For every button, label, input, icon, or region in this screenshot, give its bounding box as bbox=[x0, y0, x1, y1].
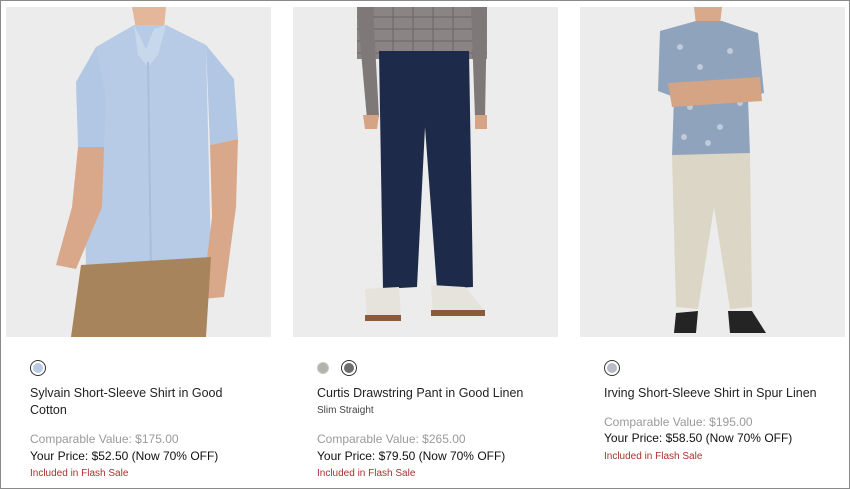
comparable-value: Comparable Value: $265.00 bbox=[317, 432, 466, 446]
product-title[interactable]: Curtis Drawstring Pant in Good Linen bbox=[317, 385, 532, 402]
comparable-value: Comparable Value: $175.00 bbox=[30, 432, 179, 446]
flash-sale-badge: Included in Flash Sale bbox=[604, 451, 703, 462]
color-swatch-fill bbox=[33, 363, 43, 373]
product-title[interactable]: Irving Short-Sleeve Shirt in Spur Linen bbox=[604, 385, 819, 402]
color-swatch[interactable] bbox=[30, 360, 46, 376]
product-image[interactable] bbox=[6, 7, 271, 337]
flash-sale-badge: Included in Flash Sale bbox=[317, 468, 416, 479]
product-title[interactable]: Sylvain Short-Sleeve Shirt in Good Cotto… bbox=[30, 385, 245, 419]
color-swatch[interactable] bbox=[341, 360, 357, 376]
color-swatch[interactable] bbox=[317, 362, 329, 374]
color-swatch[interactable] bbox=[604, 360, 620, 376]
flash-sale-badge: Included in Flash Sale bbox=[30, 468, 129, 479]
color-swatches bbox=[30, 360, 46, 376]
product-card[interactable]: Sylvain Short-Sleeve Shirt in Good Cotto… bbox=[6, 7, 272, 479]
color-swatches bbox=[604, 360, 620, 376]
your-price: Your Price: $58.50 (Now 70% OFF) bbox=[604, 431, 793, 445]
product-image[interactable] bbox=[293, 7, 558, 337]
product-image[interactable] bbox=[580, 7, 845, 337]
product-card[interactable]: Irving Short-Sleeve Shirt in Spur Linen … bbox=[580, 7, 846, 462]
product-card[interactable]: Curtis Drawstring Pant in Good Linen Sli… bbox=[293, 7, 559, 479]
comparable-value: Comparable Value: $195.00 bbox=[604, 415, 753, 429]
color-swatches bbox=[317, 360, 357, 376]
color-swatch-fill bbox=[607, 363, 617, 373]
color-swatch-fill bbox=[344, 363, 354, 373]
your-price: Your Price: $52.50 (Now 70% OFF) bbox=[30, 449, 219, 463]
your-price: Your Price: $79.50 (Now 70% OFF) bbox=[317, 449, 506, 463]
fit-label: Slim Straight bbox=[317, 405, 374, 416]
